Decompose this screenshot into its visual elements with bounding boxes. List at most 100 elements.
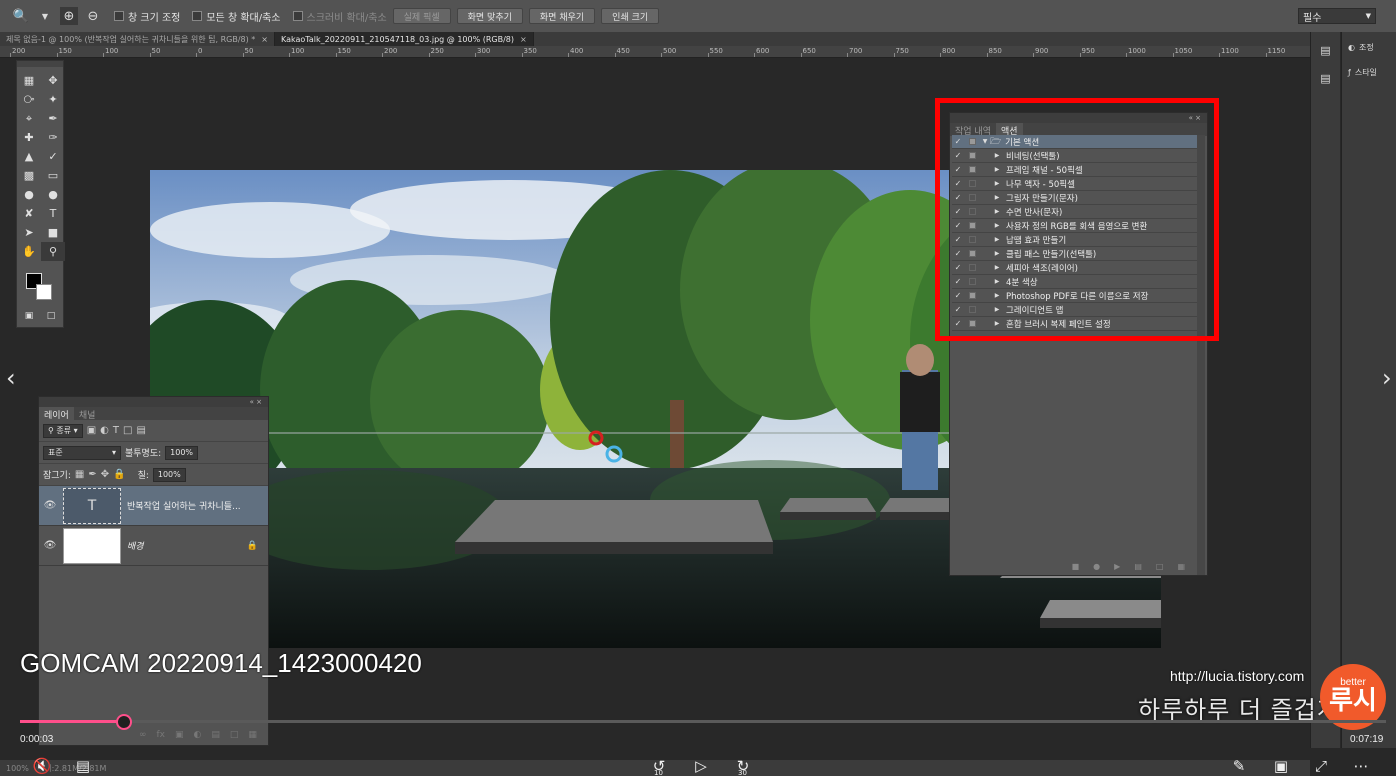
ruler-tick: [940, 53, 941, 57]
trash-icon[interactable]: ▦: [248, 730, 257, 740]
ruler-label: 350: [523, 47, 537, 55]
mute-icon[interactable]: 🔇: [32, 756, 52, 776]
stop-icon[interactable]: ■: [1072, 562, 1080, 571]
move-tool-icon[interactable]: ✥: [41, 71, 65, 90]
scrubby-zoom-checkbox[interactable]: 스크러비 확대/축소: [292, 9, 387, 24]
fullscreen-icon[interactable]: ⤢: [1310, 756, 1332, 776]
zoom-out-icon[interactable]: ⊖: [84, 7, 102, 25]
eyedropper-icon[interactable]: ✒: [41, 109, 65, 128]
ruler-label: 1150: [1267, 47, 1286, 55]
ruler-label: 900: [1035, 47, 1049, 55]
history-panel-icon[interactable]: ▤: [1317, 44, 1335, 60]
record-icon[interactable]: ●: [1093, 562, 1100, 571]
ruler-label: 600: [756, 47, 770, 55]
layer-row-text[interactable]: 👁 T 반복작업 실어하는 귀차니들...: [39, 486, 268, 526]
dodge-tool-icon[interactable]: ●: [41, 185, 65, 204]
smart-filter-icon[interactable]: ▤: [136, 425, 145, 436]
healing-brush-icon[interactable]: ✚: [17, 128, 41, 147]
mask-icon[interactable]: ▣: [175, 730, 184, 740]
seek-track[interactable]: [20, 720, 1386, 723]
fill-screen-button[interactable]: 화면 채우기: [528, 8, 596, 24]
type-tool-icon[interactable]: T: [41, 204, 65, 223]
quick-mask-icon[interactable]: ▣: [21, 309, 37, 323]
opacity-input[interactable]: 100%: [165, 445, 199, 460]
screen-mode-icon[interactable]: □: [43, 309, 59, 323]
path-select-icon[interactable]: ➤: [17, 223, 41, 242]
adjustment-icon[interactable]: ◐: [194, 730, 202, 740]
next-arrow-icon[interactable]: ›: [1382, 364, 1392, 392]
subtitle-icon[interactable]: ▤: [72, 756, 94, 776]
trash-icon[interactable]: ▦: [1177, 562, 1185, 571]
eye-icon[interactable]: 👁: [39, 500, 61, 511]
quick-select-icon[interactable]: ✦: [41, 90, 65, 109]
forward-button[interactable]: ↻ 30: [732, 756, 754, 776]
play-button[interactable]: ▷: [690, 756, 712, 776]
lock-move-icon[interactable]: ✥: [101, 469, 109, 480]
folder-icon[interactable]: ▤: [211, 730, 220, 740]
fill-input[interactable]: 100%: [152, 467, 186, 482]
marquee-tool-icon[interactable]: ▦: [17, 71, 41, 90]
history-brush-icon[interactable]: ✓: [41, 147, 65, 166]
folder-icon[interactable]: ▤: [1134, 562, 1142, 571]
adjustments-button[interactable]: ◐ 조정: [1342, 38, 1396, 57]
filter-kind-select[interactable]: ⚲ 종류 ▾: [43, 423, 83, 438]
zoom-tool-icon[interactable]: 🔍: [12, 7, 30, 25]
tab-channels[interactable]: 채널: [74, 407, 101, 421]
lock-paint-icon[interactable]: ✒: [88, 469, 96, 480]
hand-tool-icon[interactable]: ✋: [17, 242, 41, 261]
new-action-icon[interactable]: □: [1156, 562, 1164, 571]
brush-tool-icon[interactable]: ✑: [41, 128, 65, 147]
tab-kakaotalk[interactable]: KakaoTalk_20220911_210547118_03.jpg @ 10…: [275, 32, 534, 46]
chevron-down-icon[interactable]: ▼: [36, 7, 54, 25]
mini-player-icon[interactable]: ▣: [1270, 756, 1292, 776]
close-icon[interactable]: ×: [520, 35, 527, 44]
gradient-tool-icon[interactable]: ▭: [41, 166, 65, 185]
zoom-in-icon[interactable]: ⊕: [60, 7, 78, 25]
workspace-select[interactable]: 필수 ▼: [1298, 8, 1376, 24]
actual-pixels-button[interactable]: 실제 픽셀: [392, 8, 451, 24]
shape-tool-icon[interactable]: ■: [41, 223, 65, 242]
pen-icon[interactable]: ✎: [1228, 756, 1250, 776]
previous-arrow-icon[interactable]: ‹: [6, 364, 16, 392]
ruler-tick: [56, 53, 58, 57]
shape-filter-icon[interactable]: □: [123, 425, 132, 436]
panel-header[interactable]: « ×: [39, 397, 268, 407]
ruler-label: 400: [570, 47, 584, 55]
eye-icon[interactable]: 👁: [39, 540, 61, 551]
lock-all-icon[interactable]: 🔒: [113, 469, 125, 480]
adjust-filter-icon[interactable]: ◐: [100, 425, 109, 436]
tab-layers[interactable]: 레이어: [39, 407, 74, 421]
fit-screen-button[interactable]: 화면 맞추기: [456, 8, 523, 24]
pixel-filter-icon[interactable]: ▣: [87, 425, 96, 436]
blur-tool-icon[interactable]: ●: [17, 185, 41, 204]
play-icon: ▷: [695, 757, 707, 775]
blend-mode-select[interactable]: 표준 ▾: [43, 445, 121, 460]
clone-stamp-icon[interactable]: ▲: [17, 147, 41, 166]
collapse-icon[interactable]: « ×: [250, 398, 262, 406]
checkbox-box: [114, 11, 124, 21]
crop-tool-icon[interactable]: ⌖: [17, 109, 41, 128]
lasso-tool-icon[interactable]: ⧂: [17, 90, 41, 109]
tab-untitled[interactable]: 제목 없음-1 @ 100% (반복작업 실어하는 귀차니들을 위한 팁, RG…: [0, 32, 275, 46]
new-layer-icon[interactable]: □: [230, 730, 239, 740]
recording-title: GOMCAM 20220914_1423000420: [20, 648, 422, 678]
type-filter-icon[interactable]: T: [113, 425, 119, 436]
close-icon[interactable]: ×: [261, 35, 268, 44]
print-size-button[interactable]: 인쇄 크기: [601, 8, 660, 24]
fx-icon[interactable]: fx: [157, 730, 166, 740]
resize-windows-checkbox[interactable]: 창 크기 조정: [114, 9, 180, 24]
pen-tool-icon[interactable]: ✘: [17, 204, 41, 223]
more-icon[interactable]: ⋯: [1350, 756, 1372, 776]
zoom-tool-icon[interactable]: ⚲: [41, 242, 65, 261]
lock-pixels-icon[interactable]: ▦: [75, 469, 84, 480]
play-icon[interactable]: ▶: [1114, 562, 1120, 571]
layer-row-background[interactable]: 👁 배경 🔒: [39, 526, 268, 566]
background-color-swatch[interactable]: [36, 284, 52, 300]
eraser-tool-icon[interactable]: ▩: [17, 166, 41, 185]
link-icon[interactable]: ∞: [139, 730, 147, 740]
actions-panel-icon[interactable]: ▤: [1317, 72, 1335, 88]
rewind-button[interactable]: ↺ 10: [648, 756, 670, 776]
styles-button[interactable]: ƒ 스타일: [1342, 63, 1396, 82]
zoom-all-windows-checkbox[interactable]: 모든 창 확대/축소: [192, 9, 281, 24]
seek-handle[interactable]: [116, 714, 133, 730]
